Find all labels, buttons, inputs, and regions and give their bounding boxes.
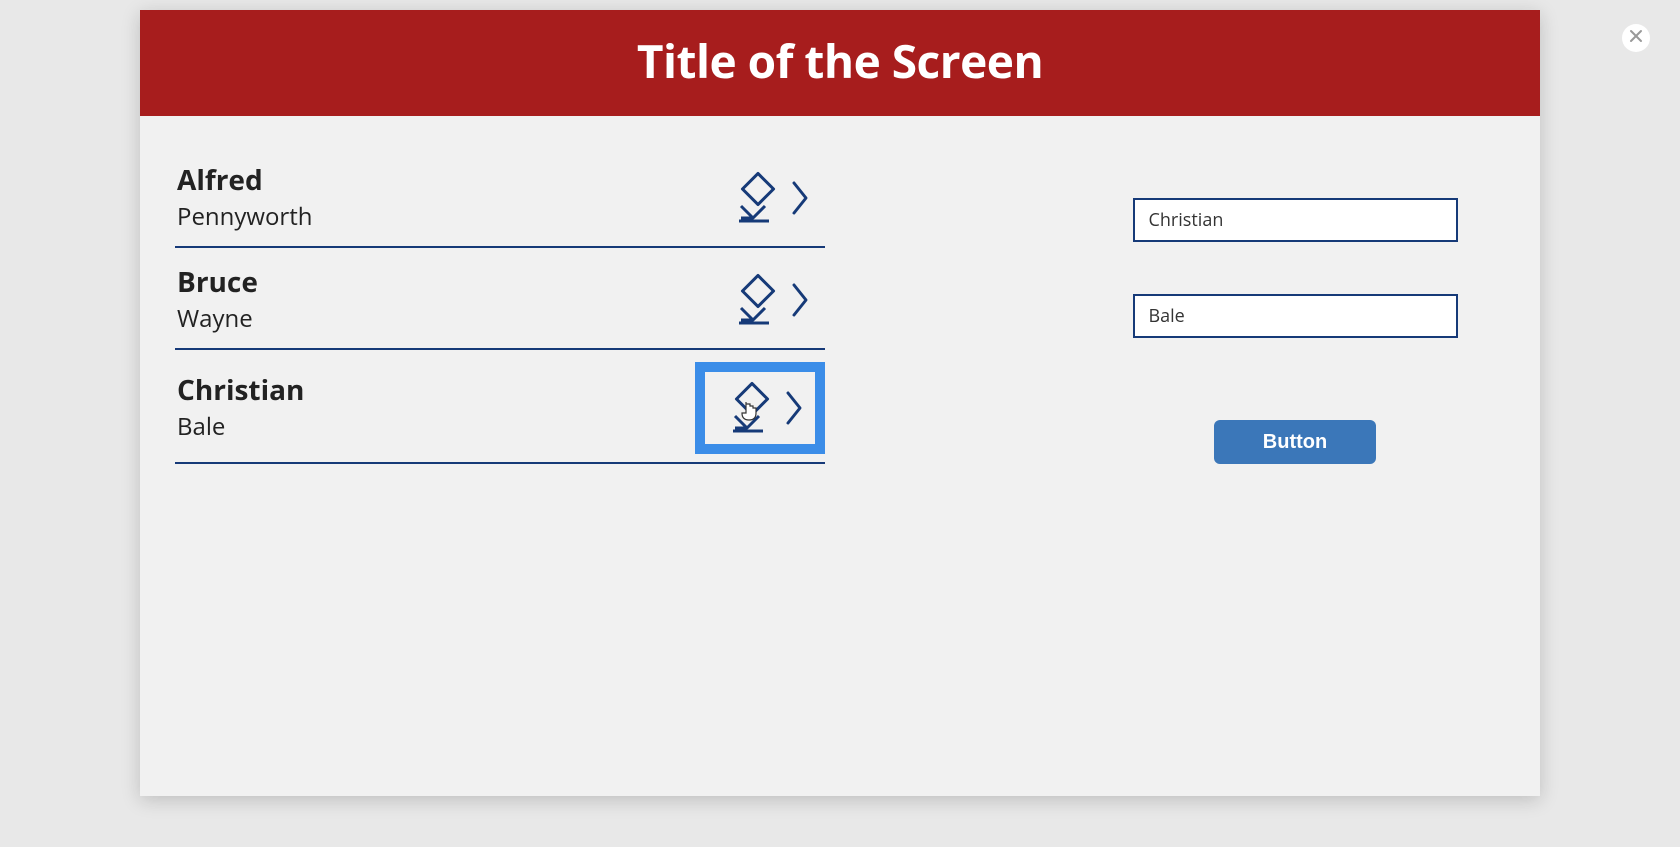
list-item[interactable]: Alfred Pennyworth <box>175 146 825 248</box>
edit-form: Button <box>1085 146 1505 756</box>
first-name-label: Alfred <box>177 164 313 198</box>
list-item-text: Christian Bale <box>175 374 304 442</box>
chevron-right-icon <box>791 179 811 217</box>
chevron-right-icon <box>791 281 811 319</box>
dialog-title: Title of the Screen <box>140 30 1540 92</box>
list-item[interactable]: Christian Bale <box>175 350 825 464</box>
list-item-text: Bruce Wayne <box>175 266 258 334</box>
edit-action[interactable] <box>711 264 821 336</box>
list-item[interactable]: Bruce Wayne <box>175 248 825 350</box>
close-icon <box>1629 29 1643 48</box>
edit-action[interactable] <box>711 162 821 234</box>
last-name-input[interactable] <box>1133 294 1458 338</box>
eraser-icon <box>721 270 781 330</box>
last-name-label: Pennyworth <box>177 203 313 232</box>
last-name-label: Bale <box>177 413 304 442</box>
modal-dialog: Title of the Screen Alfred Pennyworth <box>140 10 1540 796</box>
first-name-label: Bruce <box>177 266 258 300</box>
dialog-content: Alfred Pennyworth <box>140 116 1540 796</box>
close-button[interactable] <box>1622 24 1650 52</box>
eraser-icon <box>721 168 781 228</box>
chevron-right-icon <box>785 389 805 427</box>
first-name-input[interactable] <box>1133 198 1458 242</box>
list-item-text: Alfred Pennyworth <box>175 164 313 232</box>
dialog-header: Title of the Screen <box>140 10 1540 116</box>
last-name-label: Wayne <box>177 305 258 334</box>
submit-button[interactable]: Button <box>1214 420 1376 464</box>
person-list: Alfred Pennyworth <box>175 146 825 756</box>
eraser-icon <box>715 378 775 438</box>
edit-action-selected[interactable] <box>695 362 825 454</box>
first-name-label: Christian <box>177 374 304 408</box>
